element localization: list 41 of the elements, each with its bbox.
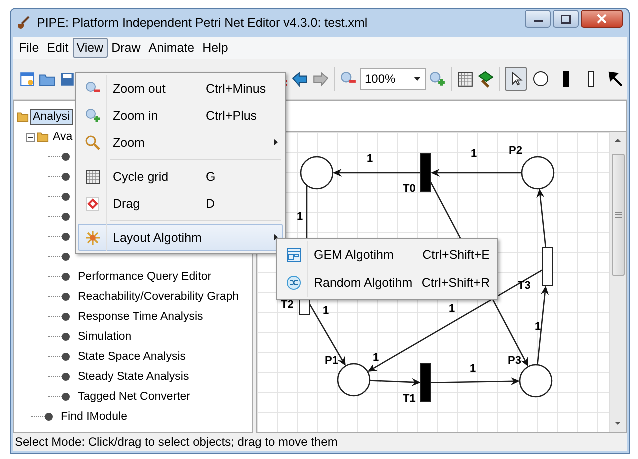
place-label: P2 <box>509 145 522 157</box>
transition-label: T0 <box>403 183 416 195</box>
menu-item[interactable]: Animate <box>144 38 199 58</box>
menu-item[interactable]: Edit <box>43 38 73 58</box>
arc-weight: 1 <box>297 211 304 223</box>
menu-option[interactable]: Zoom <box>78 129 283 156</box>
tree-item[interactable]: Find IModule <box>58 409 130 425</box>
menu-item[interactable]: Draw <box>108 38 145 58</box>
tree-item[interactable]: Response Time Analysis <box>75 309 206 325</box>
arc-weight: 1 <box>323 305 330 317</box>
menu-option[interactable]: Layout Algotihm <box>78 224 283 251</box>
menu-option[interactable]: Random Algotihm Ctrl+Shift+R <box>279 269 495 297</box>
tree-item[interactable]: Reachability/Coverability Graph <box>75 289 242 305</box>
menu-option[interactable]: Zoom in Ctrl+Plus <box>78 102 283 129</box>
menu-option[interactable]: Zoom out Ctrl+Minus <box>78 75 283 102</box>
tree-item[interactable]: Tagged Net Converter <box>75 389 194 405</box>
tree-item[interactable]: Steady State Analysis <box>75 369 192 385</box>
tree-item[interactable]: Simulation <box>75 329 135 345</box>
menu-option[interactable]: Drag D <box>78 190 283 217</box>
zoom-combo[interactable]: 100% <box>360 68 426 90</box>
arc-weight: 1 <box>471 148 478 160</box>
arc-weight: 1 <box>535 321 542 333</box>
place-label: P1 <box>325 355 338 367</box>
status-text: Select Mode: Click/drag to select objects; drag to move them <box>14 434 339 451</box>
transition-label: T3 <box>518 280 531 292</box>
place-label: P3 <box>508 355 522 367</box>
window-title: PIPE: Platform Independent Petri Net Editor v4.3.0: test.xml <box>37 16 369 30</box>
tree-item[interactable]: Analysi <box>30 109 74 125</box>
menu-item[interactable]: File <box>15 38 44 58</box>
menu-option[interactable]: Cycle grid G <box>78 163 283 190</box>
menu-item[interactable]: Help <box>198 38 232 58</box>
arc-weight: 1 <box>373 352 380 364</box>
transition-label: T1 <box>403 393 416 405</box>
menu-item[interactable]: View <box>72 38 108 58</box>
tree-item[interactable]: State Space Analysis <box>75 349 190 365</box>
tree-item[interactable]: Ava <box>50 129 76 145</box>
arc-weight: 1 <box>470 363 476 375</box>
arc-weight: 1 <box>449 303 456 315</box>
arc-weight: 1 <box>367 153 374 165</box>
tree-item[interactable]: Performance Query Editor <box>75 269 215 285</box>
transition-label: T2 <box>281 299 294 311</box>
